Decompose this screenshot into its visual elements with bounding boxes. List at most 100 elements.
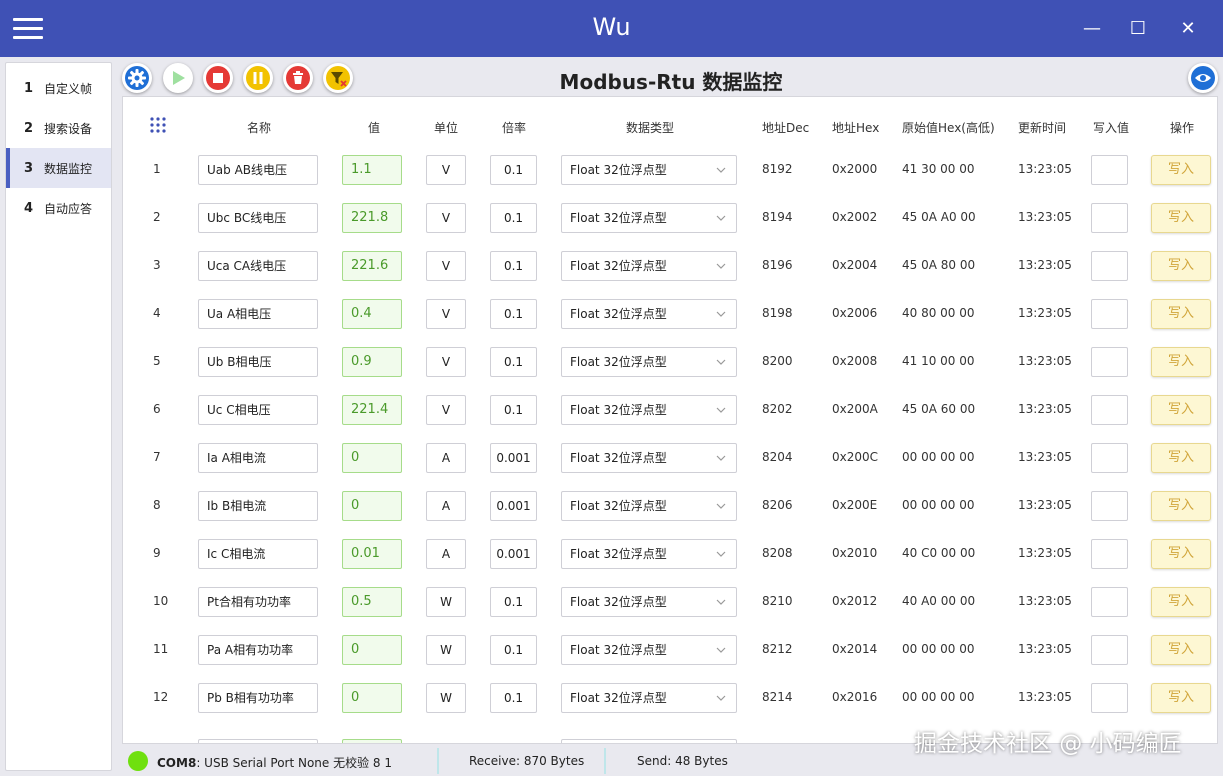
grid-icon[interactable]: [150, 117, 166, 133]
name-field[interactable]: Ua A相电压: [198, 299, 318, 329]
write-button[interactable]: 写入: [1151, 395, 1211, 425]
write-button-text: 写入: [1167, 690, 1194, 705]
unit-field[interactable]: W: [426, 683, 466, 713]
write-value-input[interactable]: [1091, 395, 1128, 425]
ratio-field[interactable]: 0.001: [490, 539, 537, 569]
name-field[interactable]: Uc C相电压: [198, 395, 318, 425]
close-button[interactable]: ✕: [1173, 14, 1203, 44]
data-type-select[interactable]: Float 32位浮点型: [561, 539, 737, 569]
unit-field[interactable]: W: [426, 587, 466, 617]
data-type-select[interactable]: Float 32位浮点型: [561, 155, 737, 185]
sidebar-item-label: 自动应答: [44, 201, 93, 216]
name-field[interactable]: Ubc BC线电压: [198, 203, 318, 233]
write-value-input[interactable]: [1091, 347, 1128, 377]
name-field[interactable]: Ub B相电压: [198, 347, 318, 377]
value-field: 0.4: [342, 299, 402, 329]
address-hex-text: 0x2012: [832, 594, 878, 608]
raw-hex-value: 00 00 00 00: [902, 498, 1002, 512]
name-field[interactable]: Ia A相电流: [198, 443, 318, 473]
ratio-field[interactable]: 0.1: [490, 155, 537, 185]
ratio-field[interactable]: 0.1: [490, 683, 537, 713]
write-button[interactable]: 写入: [1151, 683, 1211, 713]
write-button[interactable]: 写入: [1151, 443, 1211, 473]
write-button[interactable]: 写入: [1151, 347, 1211, 377]
write-value-input[interactable]: [1091, 203, 1128, 233]
sidebar-item-number: 2: [24, 120, 34, 136]
write-value-input[interactable]: [1091, 251, 1128, 281]
name-field[interactable]: Pb B相有功功率: [198, 683, 318, 713]
unit-field[interactable]: V: [426, 395, 466, 425]
unit-field[interactable]: A: [426, 491, 466, 521]
sidebar-item-custom-frame[interactable]: 1 自定义帧: [6, 68, 111, 108]
data-type-select[interactable]: Float 32位浮点型: [561, 203, 737, 233]
data-type-select[interactable]: Float 32位浮点型: [561, 491, 737, 521]
unit-field[interactable]: V: [426, 299, 466, 329]
ratio-field-text: 0.1: [503, 259, 524, 273]
unit-field[interactable]: V: [426, 203, 466, 233]
write-button[interactable]: 写入: [1151, 155, 1211, 185]
ratio-field[interactable]: 0.1: [490, 299, 537, 329]
minimize-button[interactable]: —: [1077, 14, 1107, 44]
name-field[interactable]: Pa A相有功功率: [198, 635, 318, 665]
ratio-field[interactable]: 0.1: [490, 347, 537, 377]
ratio-field[interactable]: 0.001: [490, 443, 537, 473]
unit-field[interactable]: A: [426, 539, 466, 569]
unit-field[interactable]: W: [426, 635, 466, 665]
sidebar-item-auto-reply[interactable]: 4 自动应答: [6, 188, 111, 228]
row-index: 3: [153, 258, 173, 272]
data-type-select[interactable]: [561, 739, 737, 743]
ratio-field[interactable]: 0.1: [490, 587, 537, 617]
write-value-input[interactable]: [1091, 587, 1128, 617]
data-type-select[interactable]: Float 32位浮点型: [561, 443, 737, 473]
unit-field[interactable]: V: [426, 155, 466, 185]
table-row: 4 Ua A相电压 0.4 V 0.1 Float 32位浮点型 8198 0x2006 40 …: [123, 289, 1217, 337]
name-field[interactable]: Pt合相有功功率: [198, 587, 318, 617]
data-type-select[interactable]: Float 32位浮点型: [561, 347, 737, 377]
write-button[interactable]: 写入: [1151, 539, 1211, 569]
update-time-text: 13:23:05: [1018, 642, 1072, 656]
update-time: 13:23:05: [1018, 354, 1078, 368]
unit-field[interactable]: V: [426, 251, 466, 281]
write-value-input[interactable]: [1091, 443, 1128, 473]
write-button[interactable]: 写入: [1151, 587, 1211, 617]
ratio-field[interactable]: 0.001: [490, 491, 537, 521]
write-button[interactable]: 写入: [1151, 203, 1211, 233]
write-value-input[interactable]: [1091, 491, 1128, 521]
write-button[interactable]: 写入: [1151, 299, 1211, 329]
ratio-field[interactable]: 0.1: [490, 635, 537, 665]
name-field[interactable]: [198, 739, 318, 743]
write-value-input[interactable]: [1091, 683, 1128, 713]
row-index-text: 9: [153, 546, 161, 560]
receive-count: Receive: 870 Bytes: [469, 754, 585, 768]
data-type-select[interactable]: Float 32位浮点型: [561, 635, 737, 665]
maximize-button[interactable]: ☐: [1123, 14, 1153, 44]
row-index-text: 5: [153, 354, 161, 368]
write-button[interactable]: 写入: [1151, 491, 1211, 521]
name-field[interactable]: Ic C相电流: [198, 539, 318, 569]
data-type-select[interactable]: Float 32位浮点型: [561, 251, 737, 281]
write-value-input[interactable]: [1091, 539, 1128, 569]
write-value-input[interactable]: [1091, 155, 1128, 185]
write-button[interactable]: 写入: [1151, 635, 1211, 665]
unit-field[interactable]: V: [426, 347, 466, 377]
name-field[interactable]: Uab AB线电压: [198, 155, 318, 185]
name-field[interactable]: Ib B相电流: [198, 491, 318, 521]
write-value-input[interactable]: [1091, 635, 1128, 665]
update-time: 13:23:05: [1018, 690, 1078, 704]
ratio-field[interactable]: 0.1: [490, 395, 537, 425]
data-type-select[interactable]: Float 32位浮点型: [561, 299, 737, 329]
data-type-select[interactable]: Float 32位浮点型: [561, 395, 737, 425]
view-toggle-button[interactable]: [1188, 63, 1218, 93]
sidebar-item-search-device[interactable]: 2 搜索设备: [6, 108, 111, 148]
data-type-select[interactable]: Float 32位浮点型: [561, 587, 737, 617]
unit-field[interactable]: A: [426, 443, 466, 473]
write-value-input[interactable]: [1091, 299, 1128, 329]
sidebar-item-data-monitor[interactable]: 3 数据监控: [6, 148, 111, 188]
write-button[interactable]: 写入: [1151, 251, 1211, 281]
ratio-field[interactable]: 0.1: [490, 203, 537, 233]
name-field[interactable]: Uca CA线电压: [198, 251, 318, 281]
ratio-field-text: 0.1: [503, 355, 524, 369]
write-button-text: 写入: [1167, 354, 1194, 369]
ratio-field[interactable]: 0.1: [490, 251, 537, 281]
data-type-select[interactable]: Float 32位浮点型: [561, 683, 737, 713]
